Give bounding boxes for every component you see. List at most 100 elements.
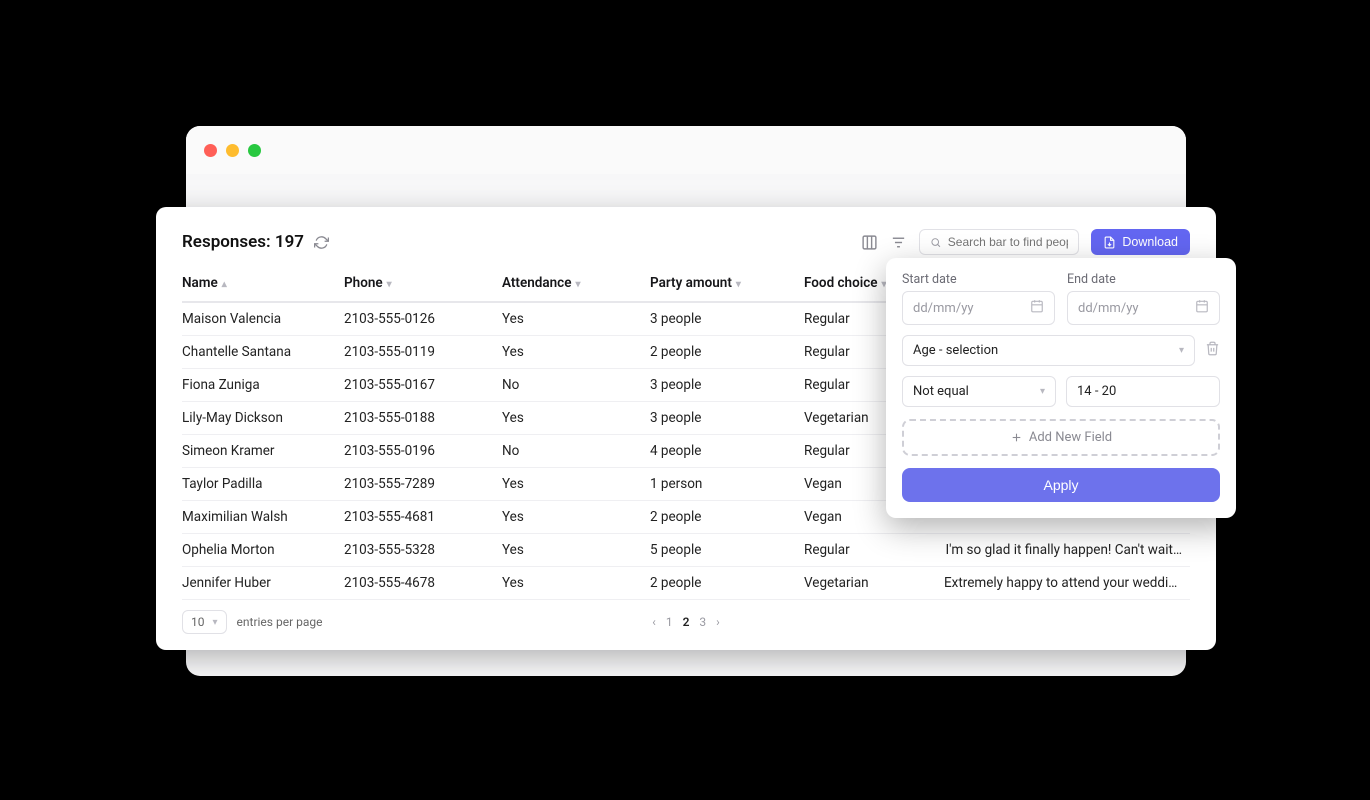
cell-phone: 2103-555-4681 — [344, 501, 502, 534]
sort-asc-icon: ▴ — [222, 279, 227, 290]
end-date-label: End date — [1067, 272, 1220, 287]
cell-food: Regular — [804, 534, 944, 567]
cell-attendance: Yes — [502, 302, 650, 336]
start-date-input[interactable]: dd/mm/yy — [902, 291, 1055, 325]
filter-value-input[interactable]: 14 - 20 — [1066, 376, 1220, 407]
chevron-down-icon: ▾ — [1040, 386, 1045, 397]
cell-party: 3 people — [650, 302, 804, 336]
cell-name: Ophelia Morton — [182, 534, 344, 567]
cell-phone: 2103-555-0196 — [344, 435, 502, 468]
plus-icon — [1010, 431, 1023, 444]
filter-value-text: 14 - 20 — [1077, 384, 1116, 399]
sort-icon: ▾ — [575, 279, 580, 290]
search-input-wrapper[interactable] — [919, 229, 1079, 255]
filter-condition-select[interactable]: Not equal ▾ — [902, 376, 1056, 407]
table-footer: 10 ▾ entries per page ‹ 1 2 3 › — [182, 610, 1190, 634]
close-window-button[interactable] — [204, 144, 217, 157]
cell-party: 4 people — [650, 435, 804, 468]
delete-filter-icon[interactable] — [1205, 341, 1220, 360]
download-icon — [1103, 236, 1116, 249]
add-new-field-label: Add New Field — [1029, 430, 1112, 445]
cell-name: Maison Valencia — [182, 302, 344, 336]
responses-count: 197 — [275, 232, 304, 252]
pager-prev[interactable]: ‹ — [652, 615, 656, 629]
cell-food: Vegetarian — [804, 567, 944, 600]
cell-note: I'm so glad it finally happen! Can't wai… — [944, 534, 1190, 567]
cell-attendance: Yes — [502, 534, 650, 567]
columns-icon[interactable] — [861, 234, 878, 251]
calendar-icon — [1195, 299, 1209, 317]
responses-label: Responses: — [182, 232, 271, 252]
filter-condition-value: Not equal — [913, 384, 969, 399]
entries-per-page-label: entries per page — [237, 615, 323, 629]
cell-party: 5 people — [650, 534, 804, 567]
search-icon — [930, 236, 941, 249]
cell-name: Simeon Kramer — [182, 435, 344, 468]
cell-name: Jennifer Huber — [182, 567, 344, 600]
cell-attendance: Yes — [502, 468, 650, 501]
start-date-placeholder: dd/mm/yy — [913, 301, 974, 316]
start-date-label: Start date — [902, 272, 1055, 287]
end-date-input[interactable]: dd/mm/yy — [1067, 291, 1220, 325]
cell-attendance: Yes — [502, 501, 650, 534]
title-group: Responses: 197 — [182, 232, 329, 252]
cell-name: Maximilian Walsh — [182, 501, 344, 534]
cell-phone: 2103-555-7289 — [344, 468, 502, 501]
apply-label: Apply — [1043, 477, 1078, 493]
cell-party: 2 people — [650, 501, 804, 534]
panel-header: Responses: 197 Download — [182, 229, 1190, 255]
cell-attendance: No — [502, 369, 650, 402]
sort-icon: ▾ — [387, 279, 392, 290]
cell-party: 3 people — [650, 369, 804, 402]
download-label: Download — [1122, 235, 1178, 249]
pager-page-1[interactable]: 1 — [666, 615, 673, 629]
cell-phone: 2103-555-0188 — [344, 402, 502, 435]
download-button[interactable]: Download — [1091, 229, 1190, 255]
chevron-down-icon: ▾ — [213, 617, 218, 628]
minimize-window-button[interactable] — [226, 144, 239, 157]
page-size-select[interactable]: 10 ▾ — [182, 610, 227, 634]
responses-title: Responses: 197 — [182, 232, 304, 252]
pager-next[interactable]: › — [716, 615, 720, 629]
end-date-placeholder: dd/mm/yy — [1078, 301, 1139, 316]
maximize-window-button[interactable] — [248, 144, 261, 157]
cell-party: 2 people — [650, 567, 804, 600]
cell-name: Fiona Zuniga — [182, 369, 344, 402]
filter-field-select[interactable]: Age - selection ▾ — [902, 335, 1195, 366]
cell-attendance: Yes — [502, 567, 650, 600]
traffic-lights — [204, 144, 261, 157]
col-header-attendance[interactable]: Attendance▾ — [502, 267, 650, 302]
cell-phone: 2103-555-0167 — [344, 369, 502, 402]
toolbar: Download — [861, 229, 1190, 255]
cell-party: 3 people — [650, 402, 804, 435]
add-new-field-button[interactable]: Add New Field — [902, 419, 1220, 456]
cell-attendance: Yes — [502, 336, 650, 369]
table-row[interactable]: Jennifer Huber2103-555-4678Yes2 peopleVe… — [182, 567, 1190, 600]
cell-party: 2 people — [650, 336, 804, 369]
pager-page-3[interactable]: 3 — [699, 615, 706, 629]
col-header-party[interactable]: Party amount▾ — [650, 267, 804, 302]
cell-party: 1 person — [650, 468, 804, 501]
calendar-icon — [1030, 299, 1044, 317]
cell-note: Extremely happy to attend your wedding… — [944, 567, 1190, 600]
cell-phone: 2103-555-4678 — [344, 567, 502, 600]
sort-icon: ▾ — [736, 279, 741, 290]
pager: ‹ 1 2 3 › — [652, 615, 720, 629]
table-row[interactable]: Ophelia Morton2103-555-5328Yes5 peopleRe… — [182, 534, 1190, 567]
filter-field-value: Age - selection — [913, 343, 998, 358]
col-header-phone[interactable]: Phone▾ — [344, 267, 502, 302]
cell-attendance: No — [502, 435, 650, 468]
cell-name: Taylor Padilla — [182, 468, 344, 501]
cell-attendance: Yes — [502, 402, 650, 435]
chevron-down-icon: ▾ — [1179, 345, 1184, 356]
refresh-icon[interactable] — [314, 235, 329, 250]
pager-page-2[interactable]: 2 — [683, 615, 690, 629]
col-header-name[interactable]: Name▴ — [182, 267, 344, 302]
apply-button[interactable]: Apply — [902, 468, 1220, 502]
cell-name: Chantelle Santana — [182, 336, 344, 369]
page-size-value: 10 — [191, 615, 205, 629]
cell-phone: 2103-555-5328 — [344, 534, 502, 567]
filter-icon[interactable] — [890, 234, 907, 251]
titlebar — [186, 126, 1186, 174]
search-input[interactable] — [948, 235, 1069, 249]
